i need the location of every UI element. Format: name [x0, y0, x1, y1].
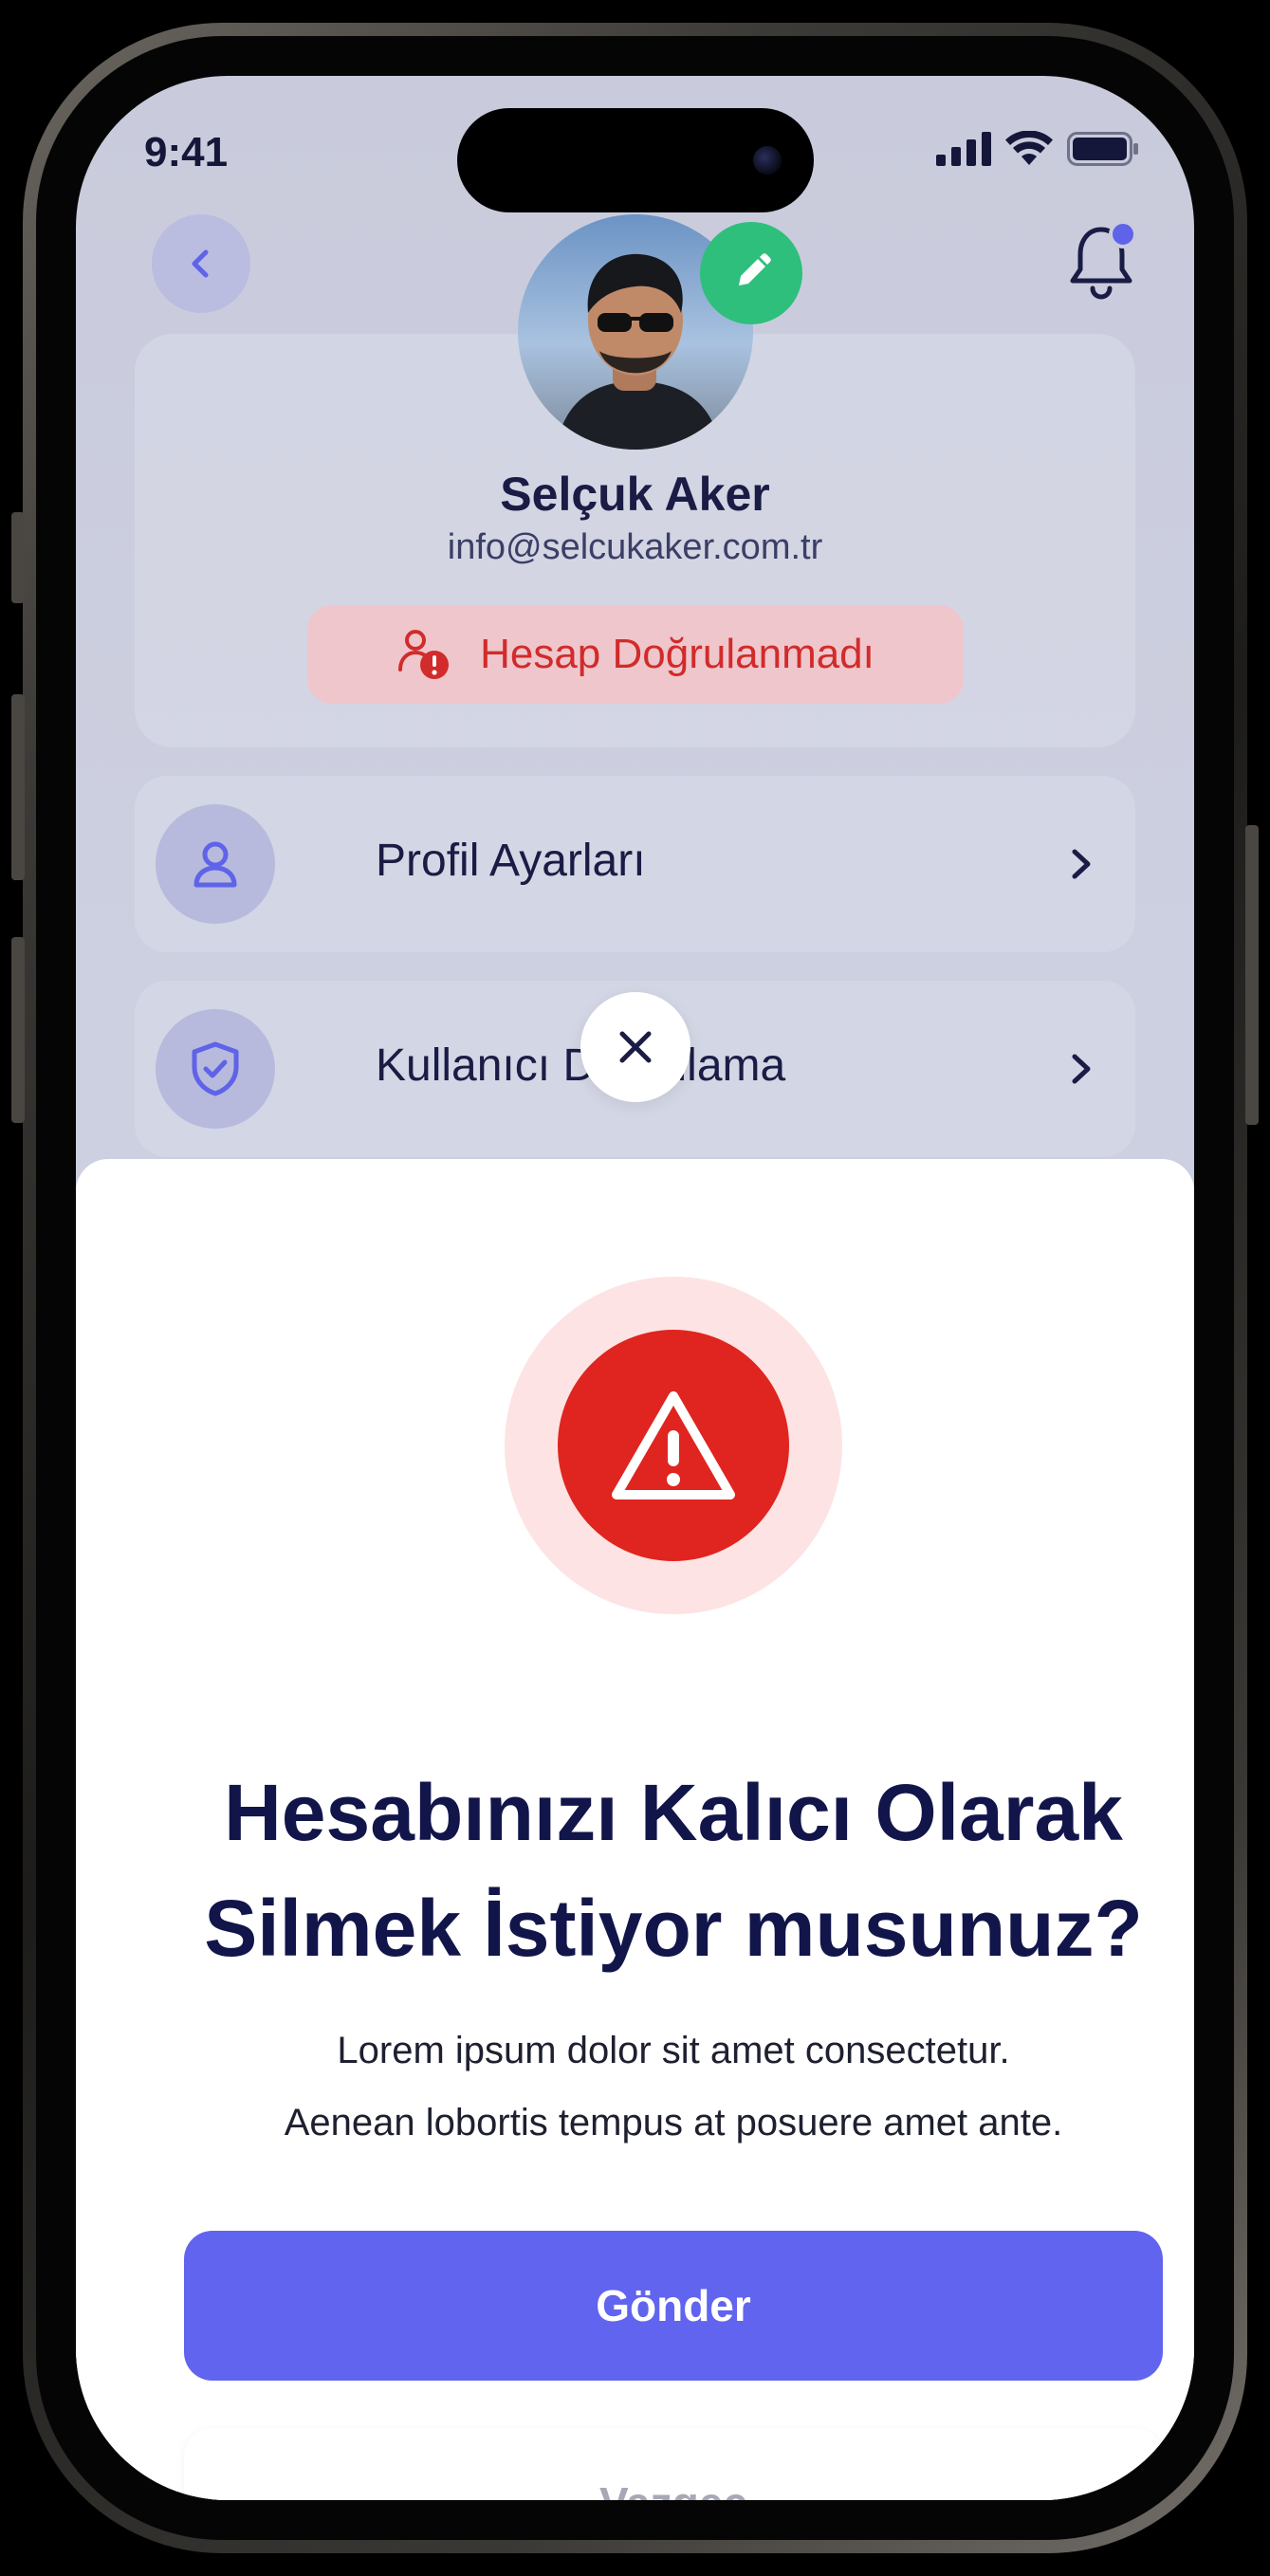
- pencil-icon: [739, 253, 771, 285]
- menu-icon-container: [156, 804, 275, 924]
- warning-triangle-icon: [612, 1391, 735, 1500]
- status-icons: [936, 131, 1139, 167]
- wifi-icon: [1005, 131, 1053, 165]
- battery-icon: [1067, 132, 1138, 166]
- signal-icon: [936, 132, 991, 166]
- shield-check-icon: [192, 1041, 239, 1096]
- chevron-right-icon: [1072, 849, 1091, 879]
- menu-item-profile-settings[interactable]: Profil Ayarları: [135, 776, 1135, 952]
- dialog-title: Hesabınızı Kalıcı Olarak Silmek İstiyor …: [171, 1755, 1176, 1986]
- notification-dot: [1109, 220, 1137, 248]
- user-icon: [193, 841, 237, 888]
- alert-icon-circle: [558, 1330, 789, 1561]
- dialog-description-line-1: Lorem ipsum dolor sit amet consectetur.: [337, 2030, 1010, 2071]
- verification-status-text: Hesap Doğrulanmadı: [480, 631, 874, 677]
- menu-item-label: Profil Ayarları: [376, 836, 646, 886]
- power-button: [1245, 825, 1259, 1125]
- chevron-right-icon: [1072, 1054, 1091, 1084]
- profile-email: info@selcukaker.com.tr: [447, 527, 823, 567]
- dialog-description: Lorem ipsum dolor sit amet consectetur. …: [171, 2015, 1176, 2159]
- dialog-description-line-2: Aenean lobortis tempus at posuere amet a…: [284, 2102, 1063, 2144]
- front-camera: [753, 146, 782, 175]
- user-alert-icon: [398, 630, 450, 679]
- volume-down-button: [11, 937, 25, 1123]
- alert-icon-container: [505, 1277, 842, 1614]
- profile-name: Selçuk Aker: [500, 468, 770, 521]
- dialog-title-line-1: Hesabınızı Kalıcı Olarak: [224, 1768, 1123, 1857]
- back-button[interactable]: [152, 214, 250, 313]
- dialog-title-line-2: Silmek İstiyor musunuz?: [204, 1884, 1143, 1973]
- close-dialog-button[interactable]: [580, 992, 690, 1102]
- menu-icon-container: [156, 1009, 275, 1129]
- close-icon: [619, 1031, 652, 1063]
- notifications-button[interactable]: [1065, 216, 1141, 302]
- chevron-left-icon: [192, 249, 209, 278]
- delete-account-dialog: Hesabınızı Kalıcı Olarak Silmek İstiyor …: [76, 1159, 1194, 2500]
- status-time: 9:41: [144, 129, 229, 175]
- volume-up-button: [11, 694, 25, 880]
- submit-button[interactable]: Gönder: [184, 2231, 1163, 2381]
- dynamic-island: [457, 108, 814, 212]
- action-button: [11, 512, 25, 603]
- cancel-button[interactable]: Vazgeç: [184, 2428, 1163, 2500]
- phone-screen: 9:41 Selçuk Aker info@selcukaker.com.tr …: [76, 76, 1194, 2500]
- edit-avatar-button[interactable]: [700, 222, 802, 324]
- verification-status-badge[interactable]: Hesap Doğrulanmadı: [307, 605, 964, 704]
